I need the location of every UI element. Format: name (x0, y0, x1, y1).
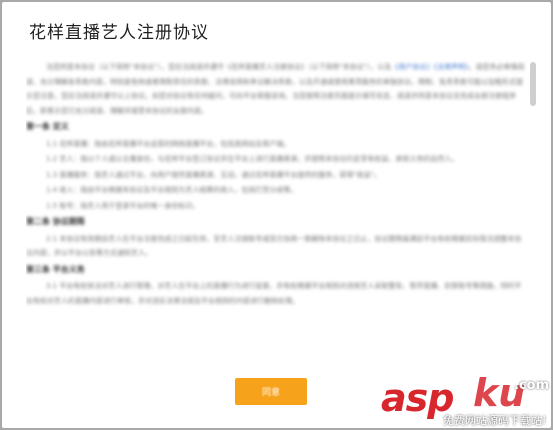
watermark-com: .com (514, 378, 550, 393)
site-watermark: asp ku .com 免费网站源码下载站! (381, 370, 553, 430)
dialog-title: 花样直播艺人注册协议 (29, 23, 209, 43)
section-heading: 第三条 平台义务 (26, 264, 85, 274)
agreement-item: 2.1 本协议有效期自艺人在平台注册完成之日起生效，至艺人注销账号或双方协商一致… (26, 234, 522, 258)
agreement-item: 1.2 艺人：指以个人或以主播身份，与花样平台签订协议并在平台上进行直播表演，并… (46, 155, 459, 163)
agreement-item: 1.3 直播服务：指艺人通过平台，向用户提供直播表演、互动，通过花样直播平台提供… (46, 170, 381, 179)
agreement-item: 1.5 账号：指艺人用于登录平台的唯一身份标识。 (46, 201, 200, 210)
scrollbar-thumb[interactable] (530, 62, 536, 106)
agreement-dialog: 花样直播艺人注册协议 当您同意本协议（以下简称"本协议"），您应当阅读并遵守《花… (2, 2, 551, 428)
agreement-link[interactable]: 《用户协议》《法律声明》 (391, 63, 468, 71)
agreement-item: 3.1 平台有权依法对艺人进行管理，对艺人在平台上的直播行为进行监督，并有权根据… (26, 282, 522, 305)
agreement-item: 1.1 花样直播：指由花样直播平台运营的网络直播平台，包括其网站及客户端。 (46, 139, 291, 148)
section-heading: 第二条 协议期限 (26, 217, 85, 226)
agreement-text: 当您同意本协议（以下简称"本协议"），您应当阅读并遵守《花样直播艺人注册协议》（… (26, 60, 528, 308)
paragraph-text: 当您同意本协议（以下简称"本协议"），您应当阅读并遵守《花样直播艺人注册协议》（… (46, 63, 392, 71)
agree-button-label: 同意 (261, 388, 280, 398)
agreement-item: 1.4 收入：指由平台根据本协议及平台规则为艺人结算的收入，包括打赏分成等。 (46, 186, 298, 194)
agreement-content[interactable]: 当您同意本协议（以下简称"本协议"），您应当阅读并遵守《花样直播艺人注册协议》（… (26, 60, 528, 362)
agree-button[interactable]: 同意 (235, 378, 307, 405)
agreement-paragraph: 当您同意本协议（以下简称"本协议"），您应当阅读并遵守《花样直播艺人注册协议》（… (26, 60, 528, 118)
section-heading: 第一条 定义 (26, 122, 69, 131)
watermark-subtitle: 免费网站源码下载站! (443, 414, 547, 427)
